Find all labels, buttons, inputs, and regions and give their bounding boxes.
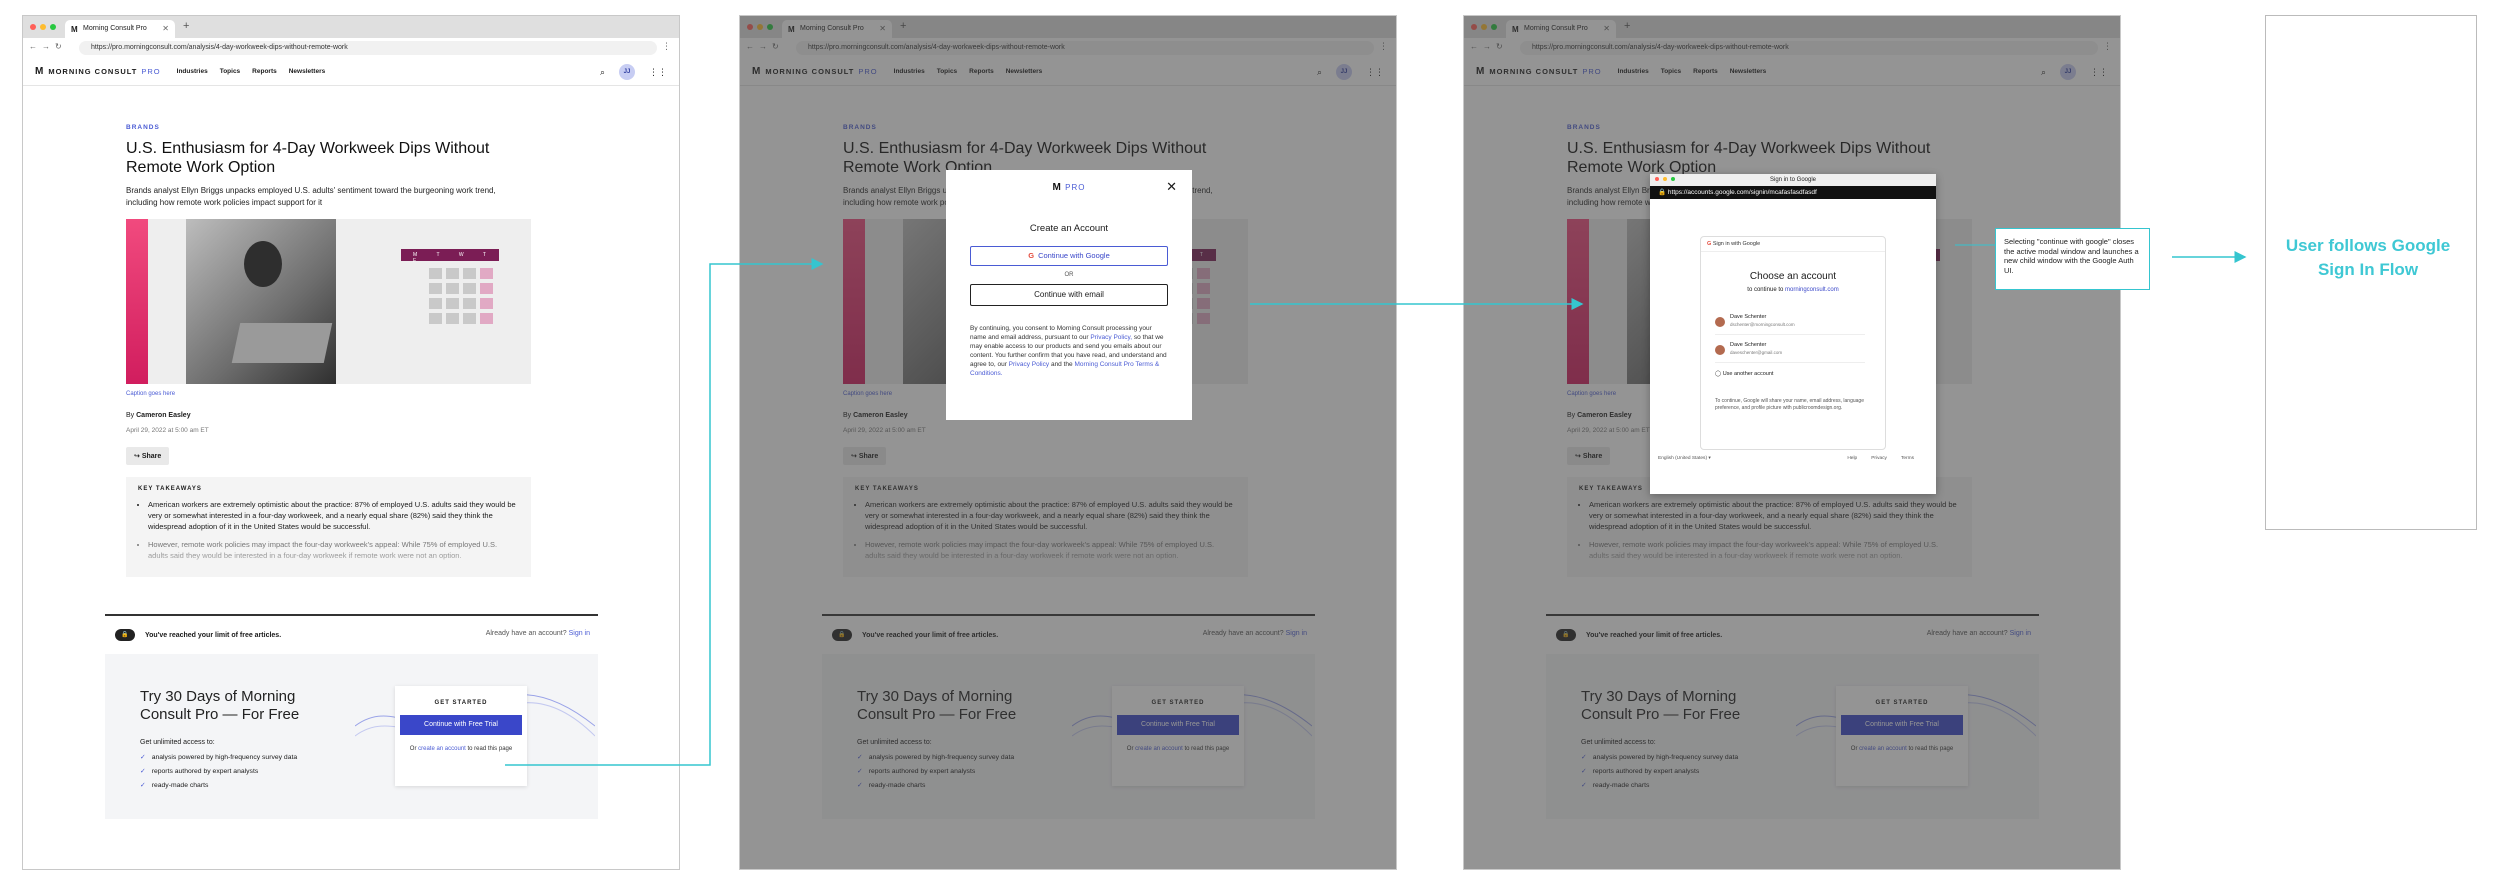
end-state-label: User follows Google Sign In Flow	[2285, 236, 2451, 279]
flow-connectors	[505, 244, 2247, 766]
annotation-callout: Selecting "continue with google" closes …	[1995, 228, 2150, 290]
connector-trial-to-modal	[505, 258, 824, 766]
